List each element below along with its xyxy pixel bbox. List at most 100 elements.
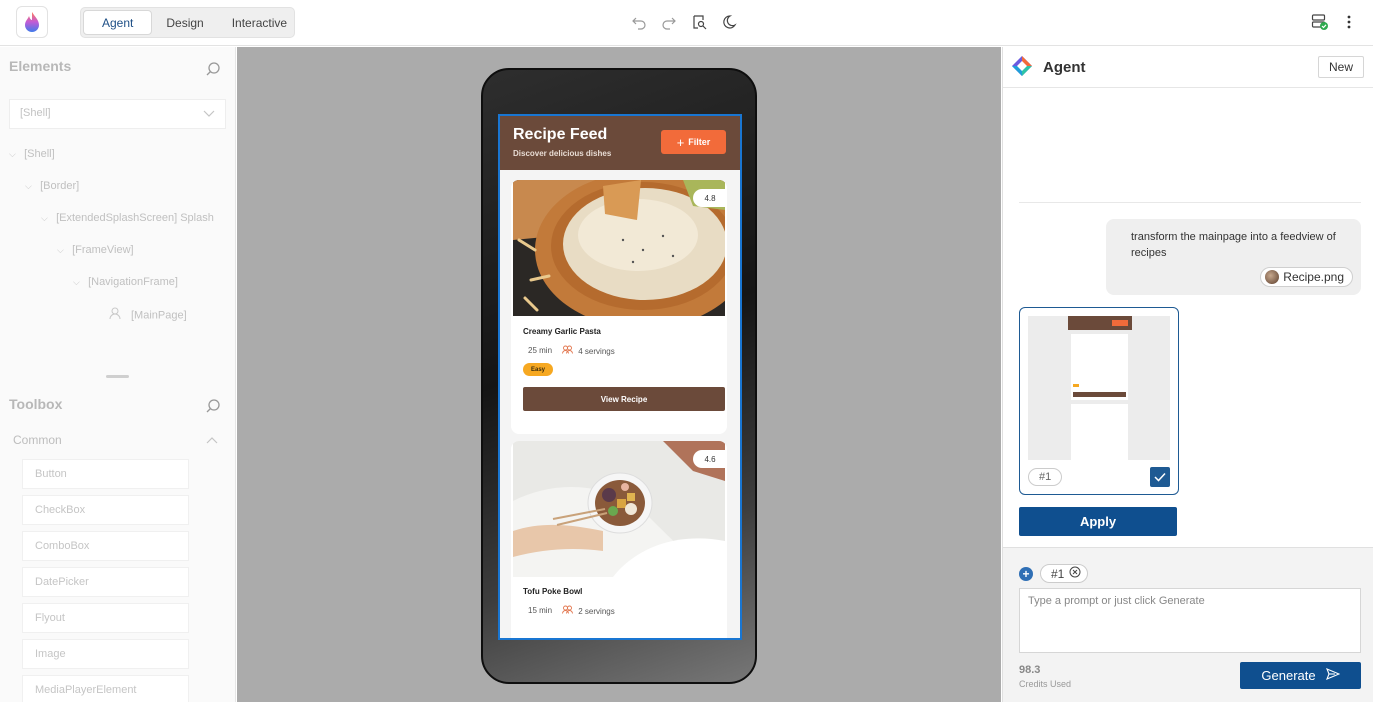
recipe-servings: 2 servings — [578, 607, 615, 616]
app-title: Recipe Feed — [513, 126, 608, 143]
app-logo[interactable] — [16, 6, 48, 38]
generate-button[interactable]: Generate — [1240, 662, 1361, 689]
expand-caret-icon[interactable]: ⌵ — [41, 213, 53, 224]
recipe-card[interactable]: 4.8 Creamy Garlic Pasta 25 min 4 serving… — [511, 180, 727, 434]
flame-logo-icon — [25, 12, 39, 32]
phone-screen[interactable]: Recipe Feed Discover delicious dishes + … — [498, 114, 742, 640]
context-chip[interactable]: #1 — [1040, 564, 1089, 583]
chevron-down-icon — [203, 109, 215, 121]
toolbox-item-flyout[interactable]: Flyout — [22, 603, 189, 633]
generate-label: Generate — [1261, 668, 1316, 683]
edit-tools — [630, 13, 738, 31]
chat-area: transform the mainpage into a feedview o… — [1003, 88, 1373, 547]
toolbox-item-datepicker[interactable]: DatePicker — [22, 567, 189, 597]
apply-button[interactable]: Apply — [1019, 507, 1177, 536]
result-thumbnail — [1028, 316, 1170, 460]
element-root-select-value: [Shell] — [20, 107, 51, 119]
toolbox-item-mediaplayerelement[interactable]: MediaPlayerElement — [22, 675, 189, 702]
panel-splitter[interactable] — [106, 375, 129, 378]
close-circle-icon[interactable] — [1069, 566, 1081, 581]
people-icon — [562, 605, 575, 616]
top-right-actions — [1311, 13, 1351, 34]
toolbox-item-checkbox[interactable]: CheckBox — [22, 495, 189, 525]
checkmark-icon[interactable] — [1150, 467, 1170, 487]
app-subtitle: Discover delicious dishes — [513, 149, 612, 158]
difficulty-badge: Easy — [523, 363, 554, 376]
time-item: 15 min — [523, 606, 552, 615]
filter-button[interactable]: + Filter — [661, 130, 726, 154]
credits-value: 98.3 — [1019, 664, 1041, 676]
people-icon — [562, 345, 575, 356]
user-message-text: transform the mainpage into a feedview o… — [1131, 231, 1336, 259]
recipe-name: Tofu Poke Bowl — [523, 587, 583, 596]
time-item: 25 min — [523, 346, 552, 355]
app-header: Recipe Feed Discover delicious dishes + … — [500, 116, 740, 170]
tree-item-border[interactable]: ⌵ [Border] — [25, 180, 79, 192]
inspect-icon[interactable] — [690, 13, 708, 31]
toolbox-item-image[interactable]: Image — [22, 639, 189, 669]
search-icon[interactable] — [205, 398, 221, 414]
agent-panel: Agent New transform the mainpage into a … — [1002, 47, 1373, 702]
credits-label: Credits Used — [1019, 679, 1072, 689]
toolbox-item-combobox[interactable]: ComboBox — [22, 531, 189, 561]
page-user-icon — [109, 306, 125, 325]
recipe-time: 25 min — [528, 346, 553, 355]
tree-item-mainpage[interactable]: [MainPage] — [109, 306, 187, 325]
redo-icon[interactable] — [660, 13, 678, 31]
server-status-icon[interactable] — [1311, 13, 1329, 34]
recipe-meta: 25 min 4 servings — [523, 345, 615, 356]
undo-icon[interactable] — [630, 13, 648, 31]
tab-design[interactable]: Design — [152, 10, 217, 35]
recipe-servings: 4 servings — [578, 347, 615, 356]
tree-item-frameview[interactable]: ⌵ [FrameView] — [57, 244, 134, 256]
agent-title: Agent — [1043, 59, 1086, 76]
top-toolbar: Agent Design Interactive — [0, 0, 1373, 46]
expand-caret-icon[interactable]: ⌵ — [25, 181, 37, 192]
tree-item-splash[interactable]: ⌵ [ExtendedSplashScreen] Splash — [41, 212, 214, 224]
add-context-icon[interactable]: + — [1019, 567, 1033, 581]
rating-badge: 4.6 — [693, 450, 727, 468]
mode-tabs: Agent Design Interactive — [80, 7, 295, 38]
tree-item-navigationframe[interactable]: ⌵ [NavigationFrame] — [73, 276, 178, 288]
prompt-input[interactable] — [1019, 588, 1361, 653]
tree-item-label: [MainPage] — [131, 309, 187, 322]
left-panel: Elements [Shell] ⌵ [Shell] ⌵ [Border] ⌵ … — [0, 47, 236, 702]
recipe-meta: 15 min 2 servings — [523, 605, 615, 616]
rating-badge: 4.8 — [693, 189, 727, 207]
search-icon[interactable] — [205, 61, 221, 77]
design-canvas[interactable]: Recipe Feed Discover delicious dishes + … — [237, 47, 1001, 702]
result-preview-card[interactable]: #1 — [1019, 307, 1179, 495]
expand-caret-icon[interactable]: ⌵ — [73, 277, 85, 288]
tree-item-shell[interactable]: ⌵ [Shell] — [9, 148, 55, 160]
attachment-chip[interactable]: Recipe.png — [1260, 267, 1353, 287]
elements-title: Elements — [9, 58, 72, 74]
result-tag: #1 — [1028, 468, 1063, 486]
servings-item: 4 servings — [562, 345, 615, 356]
attachment-name: Recipe.png — [1283, 270, 1344, 284]
servings-item: 2 servings — [562, 605, 615, 616]
expand-caret-icon[interactable]: ⌵ — [57, 245, 69, 256]
toolbox-section-common[interactable]: Common — [13, 433, 62, 447]
more-vertical-icon[interactable] — [1347, 15, 1351, 32]
recipe-time: 15 min — [528, 606, 553, 615]
recipe-name: Creamy Garlic Pasta — [523, 327, 601, 336]
chevron-up-icon[interactable] — [206, 433, 218, 447]
tree-item-label: [Shell] — [24, 148, 55, 160]
recipe-card[interactable]: 4.6 Tofu Poke Bowl 15 min 2 servings — [511, 441, 727, 638]
tab-agent[interactable]: Agent — [83, 10, 153, 35]
new-chat-button[interactable]: New — [1317, 56, 1364, 78]
tree-item-label: [FrameView] — [72, 244, 134, 256]
tab-interactive[interactable]: Interactive — [218, 10, 301, 35]
user-message: transform the mainpage into a feedview o… — [1106, 219, 1361, 295]
tree-item-label: [ExtendedSplashScreen] Splash — [56, 212, 214, 224]
view-recipe-button[interactable]: View Recipe — [523, 387, 725, 411]
toolbox-item-button[interactable]: Button — [22, 459, 189, 489]
agent-header: Agent New — [1003, 47, 1373, 88]
filter-label: Filter — [688, 137, 711, 147]
theme-icon[interactable] — [720, 13, 738, 31]
plus-icon: + — [676, 134, 685, 150]
attachment-thumbnail — [1265, 270, 1280, 284]
send-icon — [1325, 667, 1341, 683]
expand-caret-icon[interactable]: ⌵ — [9, 149, 21, 160]
element-root-select[interactable]: [Shell] — [9, 99, 226, 129]
